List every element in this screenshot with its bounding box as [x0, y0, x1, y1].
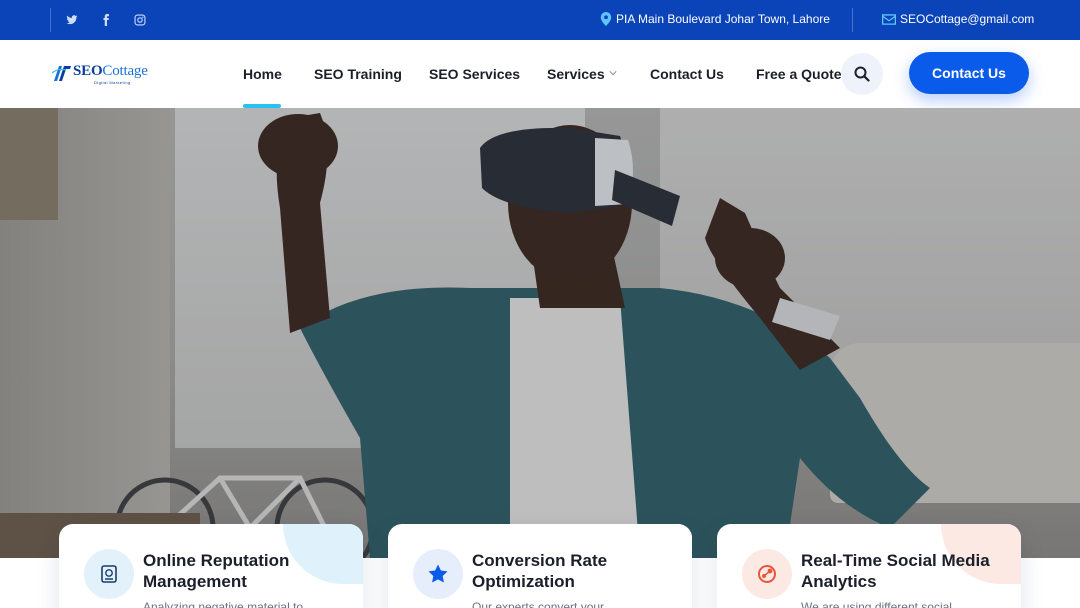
logo-mark-icon — [52, 66, 71, 81]
address: PIA Main Boulevard Johar Town, Lahore — [600, 12, 830, 26]
topbar-divider — [50, 8, 51, 32]
card-description: Our experts convert your — [472, 600, 605, 608]
card-icon-badge — [413, 549, 463, 599]
email-link[interactable]: SEOCottage@gmail.com — [882, 12, 1034, 26]
instagram-icon[interactable] — [132, 12, 148, 28]
nav-free-quote[interactable]: Free a Quote — [756, 66, 842, 82]
card-description: Analyzing negative material to — [143, 600, 304, 608]
service-card[interactable]: Online Reputation Management Analyzing n… — [59, 524, 363, 608]
star-icon — [428, 564, 448, 583]
twitter-icon[interactable] — [64, 12, 80, 28]
service-card[interactable]: Conversion Rate Optimization Our experts… — [388, 524, 692, 608]
hero-banner — [0, 108, 1080, 558]
map-pin-icon — [600, 12, 612, 26]
contact-us-button[interactable]: Contact Us — [909, 52, 1029, 94]
analytics-icon — [758, 565, 776, 583]
logo[interactable]: SEOCottage Digital Marketing — [52, 63, 148, 85]
email-text: SEOCottage@gmail.com — [900, 12, 1035, 26]
nav-services[interactable]: Services — [547, 66, 617, 82]
topbar-divider — [852, 8, 853, 32]
card-description: We are using different social — [801, 600, 952, 608]
logo-tagline: Digital Marketing — [94, 80, 131, 85]
address-text: PIA Main Boulevard Johar Town, Lahore — [616, 12, 830, 26]
card-title: Conversion Rate Optimization — [472, 551, 608, 591]
envelope-icon — [882, 13, 896, 25]
facebook-icon[interactable] — [98, 12, 114, 28]
nav-contact-us[interactable]: Contact Us — [650, 66, 724, 82]
reputation-icon — [101, 565, 117, 583]
search-button[interactable] — [841, 53, 883, 95]
nav-seo-training[interactable]: SEO Training — [314, 66, 402, 82]
card-icon-badge — [742, 549, 792, 599]
search-icon — [854, 66, 870, 82]
nav-home[interactable]: Home — [243, 66, 282, 82]
card-title: Real-Time Social Media Analytics — [801, 551, 990, 591]
logo-text: SEOCottage — [73, 63, 148, 79]
nav-services-label: Services — [547, 66, 605, 82]
card-icon-badge — [84, 549, 134, 599]
top-bar: PIA Main Boulevard Johar Town, Lahore SE… — [0, 0, 1080, 40]
card-title: Online Reputation Management — [143, 551, 290, 591]
chevron-down-icon — [609, 71, 617, 76]
service-card[interactable]: Real-Time Social Media Analytics We are … — [717, 524, 1021, 608]
nav-seo-services[interactable]: SEO Services — [429, 66, 520, 82]
